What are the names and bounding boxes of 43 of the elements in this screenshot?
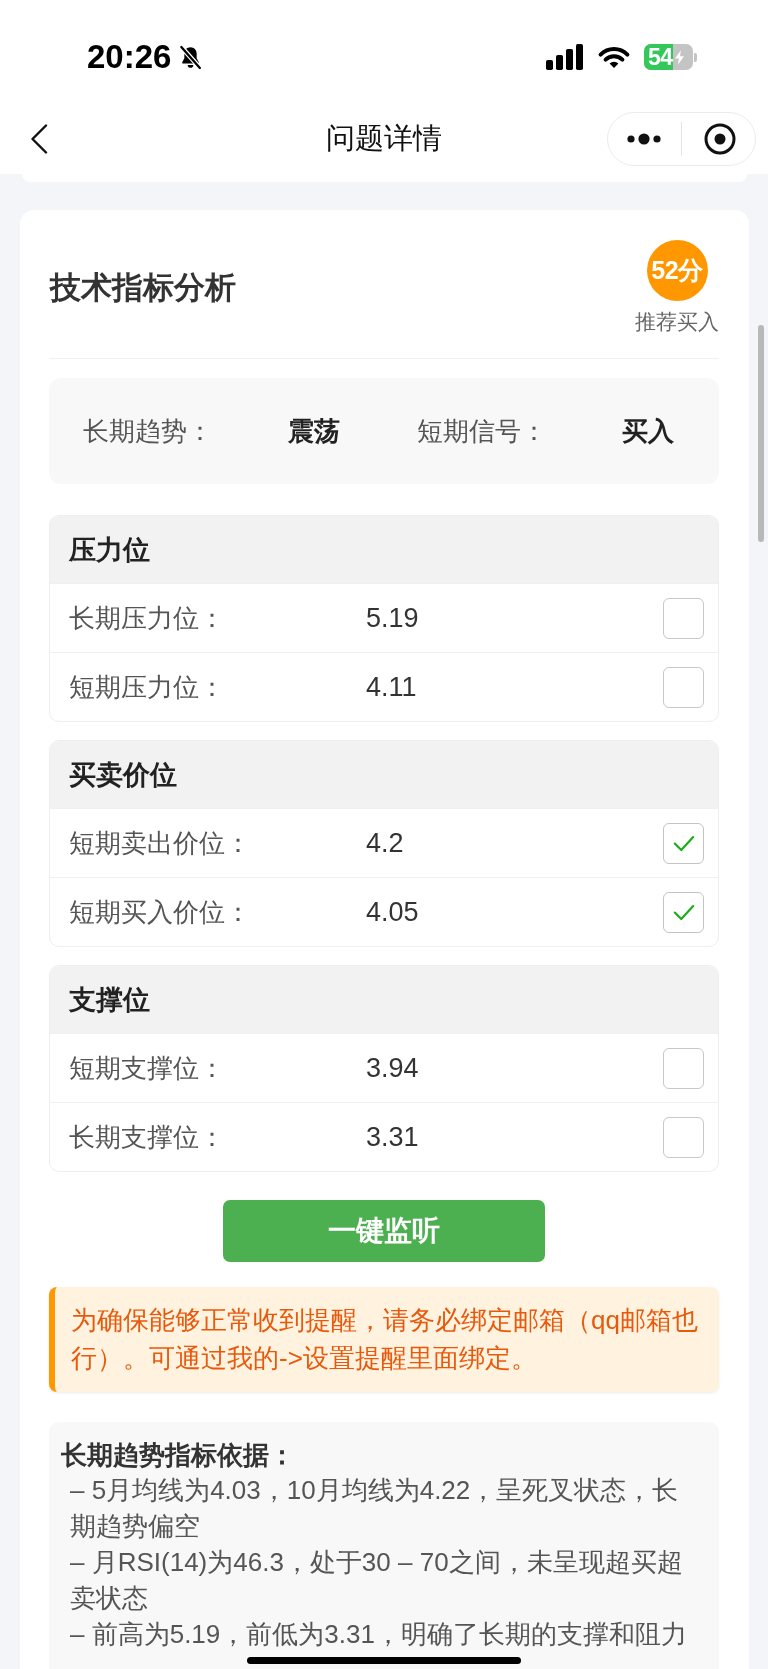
row-label: 短期买入价位： [69,895,251,929]
summary-value: 买入 [622,414,674,448]
bell-slash-icon [178,45,204,70]
row-value: 3.94 [366,1052,419,1084]
battery-percentage: 54 [648,44,673,70]
status-time: 20:26 [87,40,172,74]
summary-value: 震荡 [288,414,340,448]
section-header: 压力位 [50,516,718,583]
row-value: 3.31 [366,1121,419,1153]
row-label: 短期卖出价位： [69,826,251,860]
row-label: 短期压力位： [69,670,225,704]
signal-icon [546,44,584,70]
checkbox[interactable] [663,822,704,864]
basis-item: – 月RSI(14)为46.3，处于30 – 70之间，未呈现超买超卖状态 [69,1546,684,1615]
row-label: 长期压力位： [69,601,225,635]
basis-item: – 5月均线为4.03，10月均线为4.22，呈死叉状态，长期趋势偏空 [69,1474,680,1543]
row-value: 4.2 [366,827,404,859]
summary-label: 长期趋势： [83,414,213,448]
card-title: 技术指标分析 [50,269,236,307]
section-header: 买卖价位 [50,741,718,808]
section-header: 支撑位 [50,966,718,1033]
checkbox[interactable] [663,597,704,639]
recommendation-label: 推荐买入 [635,309,719,335]
row-value: 4.05 [366,896,419,928]
row-value: 5.19 [366,602,419,634]
summary-label: 短期信号： [417,414,547,448]
reminder-notice: 为确保能够正常收到提醒，请务必绑定邮箱（qq邮箱也行）。可通过我的->设置提醒里面绑定。 [49,1287,719,1392]
basis-item: – 前高为5.19，前低为3.31，明确了长期的支撑和阻力 [69,1618,688,1651]
more-icon[interactable] [627,133,661,145]
row-label: 长期支撑位： [69,1120,225,1154]
ring-dot-icon[interactable] [704,123,736,155]
monitor-button[interactable]: 一键监听 [223,1200,545,1262]
checkbox[interactable] [663,1047,704,1089]
row-value: 4.11 [366,671,417,703]
row-label: 短期支撑位： [69,1051,225,1085]
back-icon[interactable] [30,124,48,154]
score-badge: 52分 [646,240,708,301]
checkbox[interactable] [663,891,704,933]
page-title: 问题详情 [326,121,442,156]
checkbox[interactable] [663,666,704,708]
basis-title: 长期趋势指标依据： [61,1439,296,1472]
checkbox[interactable] [663,1116,704,1158]
wifi-icon [597,45,631,69]
